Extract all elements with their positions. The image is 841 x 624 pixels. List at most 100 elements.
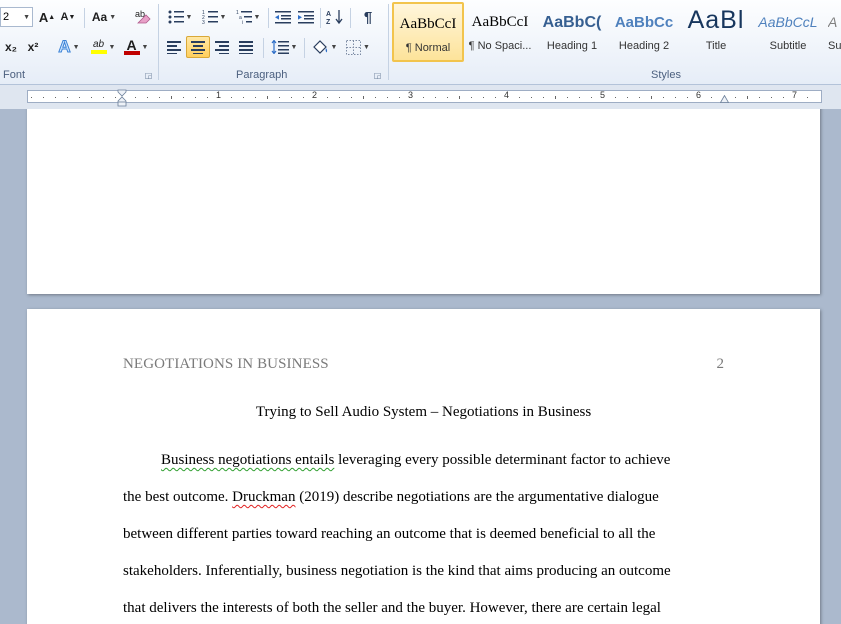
body-line[interactable]: between different parties toward reachin… (123, 526, 725, 543)
grammar-flag[interactable]: Business negotiations entails (161, 452, 334, 468)
ruler-tick (627, 97, 628, 98)
justify-button[interactable] (235, 37, 257, 57)
style-name: Heading 1 (546, 40, 598, 52)
body-line[interactable]: that delivers the interests of both the … (123, 600, 725, 617)
ruler-tick (447, 97, 448, 98)
borders-icon (346, 39, 362, 55)
shading-button[interactable]: ▼ (309, 37, 339, 57)
ruler-tick (495, 97, 496, 98)
page-number[interactable]: 2 (717, 356, 725, 373)
ruler-tick (555, 96, 556, 99)
ruler-tick (663, 97, 664, 98)
ruler-tick (375, 97, 376, 98)
font-size-value: 2 (3, 11, 10, 23)
bullets-button[interactable]: ▼ (165, 7, 195, 27)
font-size-box[interactable]: 2 ▼ (0, 7, 33, 27)
grow-font-button[interactable]: A ▲ (38, 7, 56, 27)
style-title[interactable]: AaBl Title (680, 2, 752, 62)
style-heading-2[interactable]: AaBbCc Heading 2 (608, 2, 680, 62)
dialog-launcher-icon[interactable]: ◲ (144, 71, 153, 80)
style-name: Title (705, 40, 727, 52)
svg-text:A: A (326, 11, 331, 18)
ruler-tick (255, 97, 256, 98)
align-center-button[interactable] (186, 36, 210, 58)
ruler-strip[interactable]: 1 2 3 4 5 6 7 (27, 90, 822, 103)
style-subtitle[interactable]: AaBbCcL Subtitle (752, 2, 824, 62)
ruler-number: 7 (792, 90, 798, 100)
style-heading-1[interactable]: AaBbC( Heading 1 (536, 2, 608, 62)
numbering-button[interactable]: 1 2 3 ▼ (199, 7, 229, 27)
text-run: (2019) describe negotiations are the arg… (295, 489, 659, 505)
style-preview: AaBbCcI (399, 16, 457, 32)
change-case-icon: Aa (91, 10, 108, 24)
change-case-button[interactable]: Aa ▼ (90, 7, 118, 27)
text-effects-button[interactable]: A ▼ (56, 37, 82, 57)
document-title[interactable]: Trying to Sell Audio System – Negotiatio… (27, 404, 820, 421)
align-right-button[interactable] (211, 37, 233, 57)
ruler-tick (675, 97, 676, 98)
increase-indent-icon (298, 11, 314, 24)
right-indent-marker-icon[interactable] (720, 95, 729, 103)
ruler-tick (687, 97, 688, 98)
highlight-label: ab (92, 39, 105, 50)
style-normal[interactable]: AaBbCcI ¶ Normal (392, 2, 464, 62)
ruler-tick (387, 97, 388, 98)
ruler-tick (67, 97, 68, 98)
ruler-tick (91, 97, 92, 98)
ruler-tick (459, 96, 460, 99)
subscript-button[interactable]: x₂ (2, 37, 20, 57)
document-page[interactable] (27, 109, 820, 294)
decrease-indent-button[interactable] (273, 7, 293, 27)
style-no-spacing[interactable]: AaBbCcI ¶ No Spaci... (464, 2, 536, 62)
sort-button[interactable]: AZ (325, 7, 345, 27)
align-center-icon (191, 41, 205, 54)
highlight-button[interactable]: ab ▼ (88, 37, 118, 57)
document-canvas[interactable]: NEGOTIATIONS IN BUSINESS 2 Trying to Sel… (0, 109, 841, 624)
styles-gallery: AaBbCcI ¶ Normal AaBbCcI ¶ No Spaci... A… (390, 2, 841, 66)
line-spacing-icon (271, 40, 289, 54)
grow-font-icon: A (38, 9, 49, 25)
running-head[interactable]: NEGOTIATIONS IN BUSINESS (123, 356, 329, 373)
ruler-tick (651, 96, 652, 99)
ruler-tick (147, 97, 148, 98)
superscript-button[interactable]: x² (24, 37, 42, 57)
separator (268, 8, 269, 28)
ruler-tick (231, 97, 232, 98)
dialog-launcher-icon[interactable]: ◲ (373, 71, 382, 80)
subscript-icon: x₂ (4, 40, 17, 54)
document-page[interactable]: NEGOTIATIONS IN BUSINESS 2 Trying to Sel… (27, 309, 820, 624)
ruler-tick (471, 97, 472, 98)
svg-text:i: i (242, 20, 243, 24)
ruler-tick (303, 97, 304, 98)
font-group-label: Font (3, 69, 26, 81)
font-color-button[interactable]: A ▼ (122, 37, 150, 57)
show-formatting-button[interactable]: ¶ (358, 7, 378, 27)
clear-formatting-button[interactable]: ab (133, 6, 153, 26)
ruler-tick (115, 97, 116, 98)
style-preview: AaBbCc (614, 14, 674, 31)
misspelled-word[interactable]: Druckman (232, 489, 295, 505)
style-name: ¶ No Spaci... (468, 40, 532, 52)
body-line[interactable]: the best outcome. Druckman (2019) descri… (123, 489, 725, 506)
ruler-tick (31, 97, 32, 98)
ruler-tick (435, 97, 436, 98)
text-run: stakeholders. Inferentially, business ne… (123, 563, 671, 579)
ruler-tick (783, 97, 784, 98)
borders-button[interactable]: ▼ (343, 37, 373, 57)
increase-indent-button[interactable] (296, 7, 316, 27)
style-subtle[interactable]: A Su (824, 2, 841, 62)
body-line[interactable]: Business negotiations entails leveraging… (123, 452, 725, 469)
align-left-button[interactable] (163, 37, 185, 57)
decrease-indent-icon (275, 11, 291, 24)
ruler-number: 4 (504, 90, 510, 100)
ruler-tick (735, 97, 736, 98)
superscript-icon: x² (27, 40, 39, 54)
ruler-tick (291, 97, 292, 98)
multilevel-list-button[interactable]: 1 a i ▼ (233, 7, 263, 27)
body-line[interactable]: stakeholders. Inferentially, business ne… (123, 563, 725, 580)
shrink-font-button[interactable]: A ▼ (59, 7, 77, 27)
indent-marker-icon[interactable] (117, 89, 127, 107)
line-spacing-button[interactable]: ▼ (269, 37, 299, 57)
svg-text:3: 3 (202, 20, 205, 24)
ruler-tick (351, 97, 352, 98)
